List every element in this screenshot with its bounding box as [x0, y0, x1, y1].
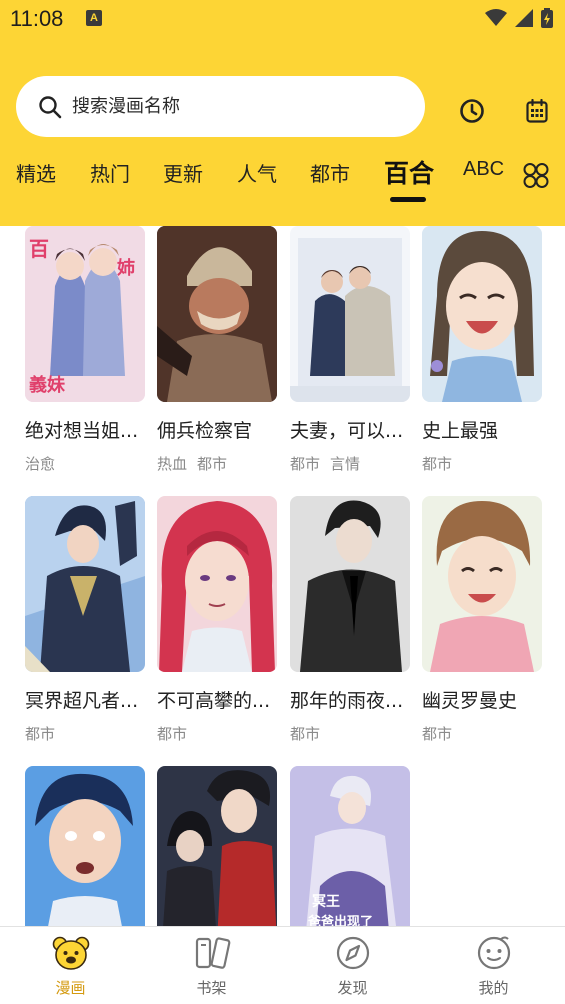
comic-title: 绝对想当姐...	[25, 420, 139, 442]
nav-label: 我的	[478, 979, 509, 997]
svg-text:冥王: 冥王	[312, 894, 340, 910]
comic-tags: 都市	[422, 453, 542, 474]
app-header: 11:08 A 精选 热门 更新 人气 都市	[0, 0, 565, 226]
comic-grid: 百 姉 義妹 绝对想当姐... 治愈 佣兵检察官 热血 都市 夫妻，可以... …	[0, 226, 565, 926]
profile-face-icon	[477, 936, 511, 970]
tab-popular[interactable]: 人气	[237, 158, 277, 187]
comic-cover[interactable]: 冥王 爸爸出现了	[290, 766, 410, 926]
comic-card[interactable]: 幽灵罗曼史 都市	[422, 496, 542, 744]
comic-card[interactable]: 夫妻，可以... 都市 言情	[290, 226, 410, 474]
nav-bookshelf[interactable]: 书架	[141, 927, 282, 1004]
nav-profile[interactable]: 我的	[423, 927, 564, 1004]
comic-title: 不可高攀的...	[157, 690, 271, 712]
comic-card[interactable]: 那年的雨夜... 都市	[290, 496, 410, 744]
bottom-navigation: 漫画 书架 发现 我的	[0, 926, 565, 1004]
comic-title: 佣兵检察官	[157, 420, 253, 442]
bear-icon	[52, 936, 90, 970]
category-tabs: 精选 热门 更新 人气 都市 百合 ABC	[0, 150, 565, 210]
comic-title: 冥界超凡者...	[25, 690, 139, 712]
calendar-button[interactable]	[522, 96, 552, 126]
battery-icon	[541, 8, 553, 28]
comic-title: 史上最强	[422, 420, 499, 442]
comic-cover[interactable]	[290, 496, 410, 672]
search-input[interactable]	[72, 86, 402, 126]
svg-text:百: 百	[29, 237, 49, 261]
comic-tag: 都市	[290, 455, 321, 473]
comic-tags: 都市	[157, 723, 277, 744]
search-icon	[39, 96, 62, 119]
tab-urban[interactable]: 都市	[310, 158, 350, 187]
tab-updates[interactable]: 更新	[163, 158, 203, 187]
comic-cover[interactable]	[422, 496, 542, 672]
compass-icon	[336, 936, 370, 970]
comic-card[interactable]: 不可高攀的... 都市	[157, 496, 277, 744]
clock-icon	[460, 99, 484, 123]
tab-abc[interactable]: ABC	[463, 158, 504, 181]
comic-cover[interactable]	[422, 226, 542, 402]
svg-text:爸爸出现了: 爸爸出现了	[307, 914, 373, 926]
tab-yuri[interactable]: 百合	[384, 154, 434, 190]
comic-card[interactable]: 冥界超凡者... 都市	[25, 496, 145, 744]
calendar-icon	[526, 99, 548, 123]
comic-card[interactable]: 冥王 爸爸出现了	[290, 766, 410, 926]
comic-cover[interactable]	[157, 226, 277, 402]
comic-tags: 都市	[422, 723, 542, 744]
nav-label: 发现	[337, 979, 368, 997]
comic-title: 那年的雨夜...	[290, 690, 404, 712]
status-time: 11:08	[10, 6, 64, 31]
signal-icon	[515, 9, 533, 27]
history-button[interactable]	[457, 96, 487, 126]
nav-comics[interactable]: 漫画	[0, 927, 141, 1004]
comic-card[interactable]: 佣兵检察官 热血 都市	[157, 226, 277, 474]
comic-title: 夫妻，可以...	[290, 420, 404, 442]
wifi-icon	[485, 9, 507, 26]
comic-cover[interactable]: 百 姉 義妹	[25, 226, 145, 402]
comic-tags: 热血 都市	[157, 453, 277, 474]
nav-label: 漫画	[55, 979, 86, 997]
status-bar: 11:08 A	[0, 0, 565, 40]
notification-icon: A	[86, 10, 102, 26]
svg-text:義妹: 義妹	[29, 374, 66, 396]
nav-label: 书架	[196, 979, 227, 997]
comic-tag: 都市	[157, 725, 188, 743]
search-bar[interactable]	[16, 76, 425, 137]
comic-cover[interactable]	[290, 226, 410, 402]
comic-tag: 都市	[290, 725, 321, 743]
comic-card[interactable]: 百 姉 義妹 绝对想当姐... 治愈	[25, 226, 145, 474]
comic-tag: 治愈	[25, 455, 56, 473]
comic-tag: 都市	[197, 455, 228, 473]
comic-tag: 热血	[157, 455, 188, 473]
comic-tags: 都市 言情	[290, 453, 410, 474]
comic-title: 幽灵罗曼史	[422, 690, 518, 712]
comic-tag: 都市	[25, 725, 56, 743]
comic-tags: 都市	[290, 723, 410, 744]
comic-tag: 都市	[422, 455, 453, 473]
comic-tag: 言情	[330, 455, 361, 473]
comic-cover[interactable]	[157, 766, 277, 926]
comic-card[interactable]	[25, 766, 145, 926]
comic-card[interactable]: 史上最强 都市	[422, 226, 542, 474]
tab-featured[interactable]: 精选	[16, 158, 56, 187]
comic-cover[interactable]	[25, 496, 145, 672]
comic-tags: 治愈	[25, 453, 145, 474]
comic-tags: 都市	[25, 723, 145, 744]
comic-card[interactable]	[157, 766, 277, 926]
system-icons	[485, 8, 553, 28]
comic-cover[interactable]	[157, 496, 277, 672]
comic-cover[interactable]	[25, 766, 145, 926]
comic-tag: 都市	[422, 725, 453, 743]
category-grid-icon[interactable]	[521, 161, 551, 191]
svg-text:姉: 姉	[117, 257, 135, 279]
nav-discover[interactable]: 发现	[282, 927, 423, 1004]
tab-hot[interactable]: 热门	[90, 158, 130, 187]
bookshelf-icon	[195, 937, 231, 969]
active-tab-indicator	[390, 197, 426, 202]
